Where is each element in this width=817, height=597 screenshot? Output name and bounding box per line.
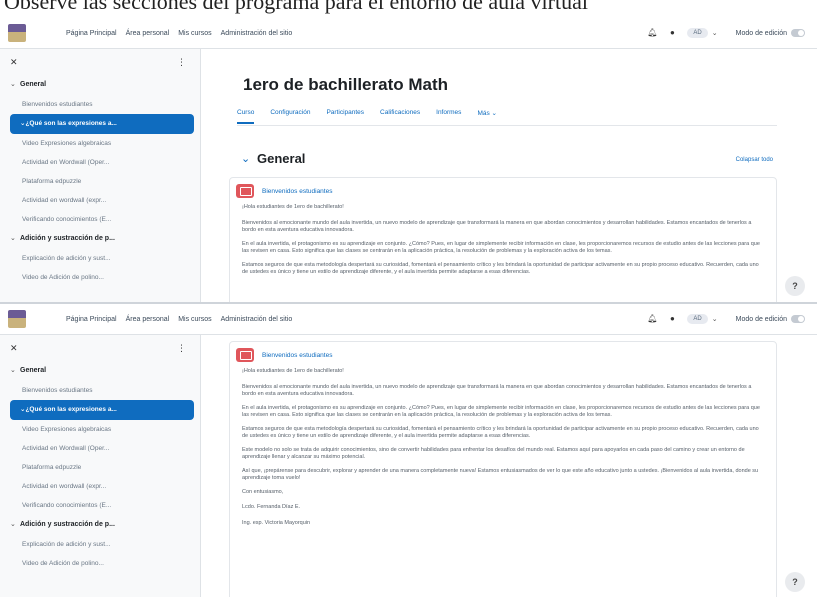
tab-grades[interactable]: Calificaciones <box>380 109 420 124</box>
drawer-item[interactable]: Video Expresiones algebraicas <box>0 420 200 439</box>
chevron-down-icon: ⌄ <box>491 110 497 117</box>
help-button[interactable]: ? <box>785 572 805 592</box>
tab-course[interactable]: Curso <box>237 109 255 124</box>
chevron-down-icon: ⌄ <box>10 81 16 88</box>
drawer-item[interactable]: Bienvenidos estudiantes <box>0 381 200 400</box>
activity-paragraph: Así que, ¡prepárense para descubrir, exp… <box>242 467 759 482</box>
nav-site-admin[interactable]: Administración del sitio <box>221 316 293 323</box>
drawer-item[interactable]: Plataforma edpuzzle <box>0 172 200 191</box>
collapse-all-link[interactable]: Colapsar todo <box>736 157 773 163</box>
drawer-item[interactable]: Actividad en Wordwall (Oper... <box>0 153 200 172</box>
drawer-item[interactable]: Explicación de adición y sust... <box>0 535 200 554</box>
close-icon[interactable]: ✕ <box>10 57 18 68</box>
user-avatar[interactable]: AD <box>687 314 708 324</box>
drawer-item[interactable]: Plataforma edpuzzle <box>0 458 200 477</box>
drawer-section-active[interactable]: ⌄¿Qué son las expresiones a... <box>10 400 194 420</box>
caption-strip: Observe las secciones del programa para … <box>0 0 817 18</box>
drawer-item[interactable]: Actividad en wordwall (expr... <box>0 191 200 210</box>
chat-icon[interactable]: ● <box>667 314 677 324</box>
page-title: 1ero de bachillerato Math <box>243 75 448 94</box>
drawer-section-adicion[interactable]: ⌄ Adición y sustracción de p... <box>0 515 200 535</box>
course-main: 1ero de bachillerato Math Curso Configur… <box>201 49 817 302</box>
nav-home[interactable]: Página Principal <box>66 30 117 37</box>
chevron-down-icon: ⌄ <box>10 521 16 528</box>
nav-site-admin[interactable]: Administración del sitio <box>221 30 293 37</box>
nav-my-courses[interactable]: Mis cursos <box>178 30 211 37</box>
tabs-divider <box>237 125 777 126</box>
chevron-down-icon[interactable]: ⌄ <box>712 29 718 37</box>
drawer-item[interactable]: Actividad en wordwall (expr... <box>0 477 200 496</box>
drawer-section-general[interactable]: ⌄ General <box>0 75 200 95</box>
activity-paragraph: En el aula invertida, el protagonismo es… <box>242 240 760 255</box>
course-index-drawer: ✕ ⋮ ⌄ General Bienvenidos estudiantes ⌄¿Q… <box>0 49 201 302</box>
screenshot-course-scrolled: Página Principal Área personal Mis curso… <box>0 302 817 597</box>
activity-paragraph: Bienvenidos al emocionante mundo del aul… <box>242 219 752 234</box>
chevron-down-icon[interactable]: ⌄ <box>241 152 250 165</box>
activity-paragraph: En el aula invertida, el protagonismo es… <box>242 404 760 419</box>
edit-mode-toggle[interactable] <box>791 29 805 37</box>
more-options-icon[interactable]: ⋮ <box>177 57 186 68</box>
nav-dashboard[interactable]: Área personal <box>126 30 170 37</box>
drawer-item[interactable]: Verificando conocimientos (E... <box>0 496 200 515</box>
course-main: Bienvenidos estudiantes ¡Hola estudiante… <box>201 335 817 597</box>
forum-icon <box>236 348 254 362</box>
signoff-name: Ing. esp. Victoria Mayorquin <box>242 519 311 526</box>
drawer-item[interactable]: Explicación de adición y sust... <box>0 249 200 268</box>
drawer-section-active[interactable]: ⌄¿Qué son las expresiones a... <box>10 114 194 134</box>
nav-my-courses[interactable]: Mis cursos <box>178 316 211 323</box>
activity-paragraph: ¡Hola estudiantes de 1ero de bachillerat… <box>242 204 344 210</box>
drawer-section-general[interactable]: ⌄ General <box>0 361 200 381</box>
bell-icon[interactable]: 🔔︎ <box>647 314 657 324</box>
signoff-text: Con entusiasmo, <box>242 488 284 495</box>
section-title: General <box>257 151 306 166</box>
drawer-item[interactable]: Video de Adición de polino... <box>0 554 200 573</box>
edit-mode-toggle[interactable] <box>791 315 805 323</box>
drawer-item[interactable]: Actividad en Wordwall (Oper... <box>0 439 200 458</box>
signoff-name: Lcdo. Fernanda Díaz E. <box>242 504 301 510</box>
nav-dashboard[interactable]: Área personal <box>126 316 170 323</box>
drawer-item[interactable]: Video Expresiones algebraicas <box>0 134 200 153</box>
nav-home[interactable]: Página Principal <box>66 316 117 323</box>
top-navbar: Página Principal Área personal Mis curso… <box>0 18 817 49</box>
more-options-icon[interactable]: ⋮ <box>177 343 186 354</box>
activity-paragraph: Estamos seguros de que esta metodología … <box>242 425 759 440</box>
activity-link[interactable]: Bienvenidos estudiantes <box>262 188 332 195</box>
activity-paragraph: Estamos seguros de que esta metodología … <box>242 261 759 276</box>
site-logo[interactable] <box>8 310 26 328</box>
drawer-item[interactable]: Bienvenidos estudiantes <box>0 95 200 114</box>
activity-paragraph: Bienvenidos al emocionante mundo del aul… <box>242 383 752 398</box>
course-index-drawer: ✕ ⋮ ⌄ General Bienvenidos estudiantes ⌄¿Q… <box>0 335 201 597</box>
help-button[interactable]: ? <box>785 276 805 296</box>
course-tabs: Curso Configuración Participantes Califi… <box>237 109 513 124</box>
forum-activity-card: Bienvenidos estudiantes ¡Hola estudiante… <box>229 341 777 597</box>
edit-mode-label: Modo de edición <box>735 29 787 37</box>
tab-reports[interactable]: Informes <box>436 109 461 124</box>
drawer-section-adicion[interactable]: ⌄ Adición y sustracción de p... <box>0 229 200 249</box>
screenshot-course-top: Página Principal Área personal Mis curso… <box>0 18 817 302</box>
activity-paragraph: ¡Hola estudiantes de 1ero de bachillerat… <box>242 368 344 374</box>
activity-paragraph: Este modelo no solo se trata de adquirir… <box>242 446 745 461</box>
top-navbar: Página Principal Área personal Mis curso… <box>0 304 817 335</box>
chevron-down-icon: ⌄ <box>10 235 16 242</box>
tab-participants[interactable]: Participantes <box>326 109 364 124</box>
site-logo[interactable] <box>8 24 26 42</box>
tab-settings[interactable]: Configuración <box>270 109 310 124</box>
tab-more[interactable]: Más ⌄ <box>477 109 497 124</box>
edit-mode-label: Modo de edición <box>735 315 787 323</box>
bell-icon[interactable]: 🔔︎ <box>647 28 657 38</box>
drawer-item[interactable]: Verificando conocimientos (E... <box>0 210 200 229</box>
chevron-down-icon: ⌄ <box>10 367 16 374</box>
activity-link[interactable]: Bienvenidos estudiantes <box>262 352 332 359</box>
forum-activity-card: Bienvenidos estudiantes ¡Hola estudiante… <box>229 177 777 302</box>
close-icon[interactable]: ✕ <box>10 343 18 354</box>
chat-icon[interactable]: ● <box>667 28 677 38</box>
caption-text: Observe las secciones del programa para … <box>4 0 588 14</box>
user-avatar[interactable]: AD <box>687 28 708 38</box>
drawer-item[interactable]: Video de Adición de polino... <box>0 268 200 287</box>
forum-icon <box>236 184 254 198</box>
chevron-down-icon[interactable]: ⌄ <box>712 315 718 323</box>
